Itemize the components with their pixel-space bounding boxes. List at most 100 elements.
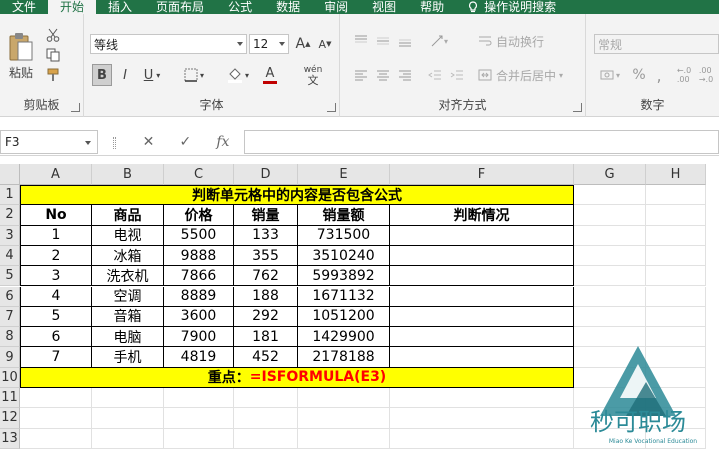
empty-cell[interactable] (234, 388, 298, 409)
row-header-11[interactable]: 11 (0, 388, 20, 409)
tab-file[interactable]: 文件 (0, 0, 48, 14)
empty-cell[interactable] (92, 388, 164, 409)
data-cell[interactable]: 355 (234, 245, 298, 267)
key-formula-cell[interactable]: 重点： =ISFORMULA(E3) (20, 367, 574, 388)
empty-cell[interactable] (646, 286, 706, 307)
empty-cell[interactable] (390, 428, 574, 449)
header-cell[interactable]: 判断情况 (390, 205, 574, 226)
sheet-title-cell[interactable]: 判断单元格中的内容是否包含公式 (20, 185, 574, 206)
align-left-button[interactable] (352, 66, 370, 84)
header-cell[interactable]: 销量额 (298, 205, 390, 226)
italic-button[interactable]: I (116, 64, 134, 86)
empty-cell[interactable] (164, 408, 234, 429)
column-header-h[interactable]: H (646, 164, 706, 185)
column-header-b[interactable]: B (92, 164, 164, 185)
data-cell[interactable]: 188 (234, 286, 298, 307)
name-box[interactable]: F3 (0, 130, 98, 154)
empty-cell[interactable] (92, 408, 164, 429)
row-header-7[interactable]: 7 (0, 306, 20, 328)
enter-icon[interactable]: ✓ (179, 134, 191, 150)
percent-button[interactable]: % (630, 66, 648, 84)
empty-cell[interactable] (574, 205, 646, 226)
data-cell[interactable]: 5500 (164, 225, 234, 246)
tab-home[interactable]: 开始 (48, 0, 97, 14)
empty-cell[interactable] (646, 205, 706, 226)
empty-cell[interactable] (646, 306, 706, 328)
empty-cell[interactable] (298, 428, 390, 449)
merge-center-button[interactable]: 合并后居中 ▾ (478, 66, 568, 84)
select-all-corner[interactable] (0, 164, 20, 185)
data-cell[interactable]: 5993892 (298, 266, 390, 287)
increase-decimal-button[interactable]: ←.0.00 (674, 66, 694, 84)
data-cell[interactable]: 音箱 (92, 306, 164, 328)
format-painter-button[interactable] (44, 66, 62, 84)
empty-cell[interactable] (390, 408, 574, 429)
align-right-button[interactable] (396, 66, 414, 84)
empty-cell[interactable] (574, 286, 646, 307)
empty-cell[interactable] (646, 185, 706, 206)
empty-cell[interactable] (390, 388, 574, 409)
data-cell[interactable] (390, 286, 574, 307)
data-cell[interactable]: 电视 (92, 225, 164, 246)
row-header-4[interactable]: 4 (0, 245, 20, 267)
header-cell[interactable]: No (20, 205, 92, 226)
data-cell[interactable]: 1671132 (298, 286, 390, 307)
empty-cell[interactable] (298, 408, 390, 429)
header-cell[interactable]: 销量 (234, 205, 298, 226)
phonetic-button[interactable]: wén 文 (298, 62, 328, 88)
data-cell[interactable]: 181 (234, 327, 298, 348)
row-header-5[interactable]: 5 (0, 266, 20, 287)
empty-cell[interactable] (234, 408, 298, 429)
underline-button[interactable]: U ▾ (138, 64, 166, 86)
column-header-a[interactable]: A (20, 164, 92, 185)
data-cell[interactable]: 4819 (164, 347, 234, 368)
row-header-10[interactable]: 10 (0, 367, 20, 388)
decrease-decimal-button[interactable]: .00 →.0 (696, 66, 716, 84)
data-cell[interactable]: 762 (234, 266, 298, 287)
number-format-select[interactable]: 常规 (594, 34, 719, 54)
header-cell[interactable]: 商品 (92, 205, 164, 226)
shrink-font-button[interactable]: A ▼ (316, 34, 334, 54)
data-cell[interactable]: 5 (20, 306, 92, 328)
data-cell[interactable]: 7900 (164, 327, 234, 348)
column-header-g[interactable]: G (574, 164, 646, 185)
tab-insert[interactable]: 插入 (96, 0, 144, 14)
tab-page-layout[interactable]: 页面布局 (144, 0, 216, 14)
clipboard-dialog-launcher[interactable] (71, 103, 80, 112)
empty-cell[interactable] (20, 428, 92, 449)
formula-input[interactable] (244, 130, 719, 154)
data-cell[interactable]: 手机 (92, 347, 164, 368)
font-family-select[interactable]: 等线 (90, 34, 247, 54)
decrease-indent-button[interactable] (426, 66, 444, 84)
wrap-text-button[interactable]: 自动换行 (478, 32, 558, 50)
data-cell[interactable]: 7866 (164, 266, 234, 287)
data-cell[interactable] (390, 327, 574, 348)
empty-cell[interactable] (646, 245, 706, 267)
cut-button[interactable] (44, 26, 62, 44)
empty-cell[interactable] (298, 388, 390, 409)
data-cell[interactable]: 3 (20, 266, 92, 287)
font-color-button[interactable]: A (256, 64, 284, 86)
insert-function-icon[interactable]: fx (216, 134, 229, 150)
empty-cell[interactable] (20, 408, 92, 429)
empty-cell[interactable] (574, 185, 646, 206)
row-header-9[interactable]: 9 (0, 347, 20, 368)
data-cell[interactable]: 2178188 (298, 347, 390, 368)
tab-formulas[interactable]: 公式 (216, 0, 264, 14)
font-dialog-launcher[interactable] (327, 103, 336, 112)
copy-button[interactable] (44, 46, 62, 64)
paste-button[interactable]: 粘贴 (4, 28, 38, 84)
data-cell[interactable] (390, 347, 574, 368)
empty-cell[interactable] (92, 428, 164, 449)
data-cell[interactable]: 1429900 (298, 327, 390, 348)
data-cell[interactable]: 731500 (298, 225, 390, 246)
tab-help[interactable]: 帮助 (408, 0, 456, 14)
empty-cell[interactable] (574, 266, 646, 287)
empty-cell[interactable] (234, 428, 298, 449)
data-cell[interactable]: 133 (234, 225, 298, 246)
selected-cell-f3[interactable] (390, 225, 574, 246)
comma-style-button[interactable]: , (650, 66, 668, 85)
row-header-13[interactable]: 13 (0, 428, 20, 449)
data-cell[interactable]: 冰箱 (92, 245, 164, 267)
tab-view[interactable]: 视图 (360, 0, 408, 14)
